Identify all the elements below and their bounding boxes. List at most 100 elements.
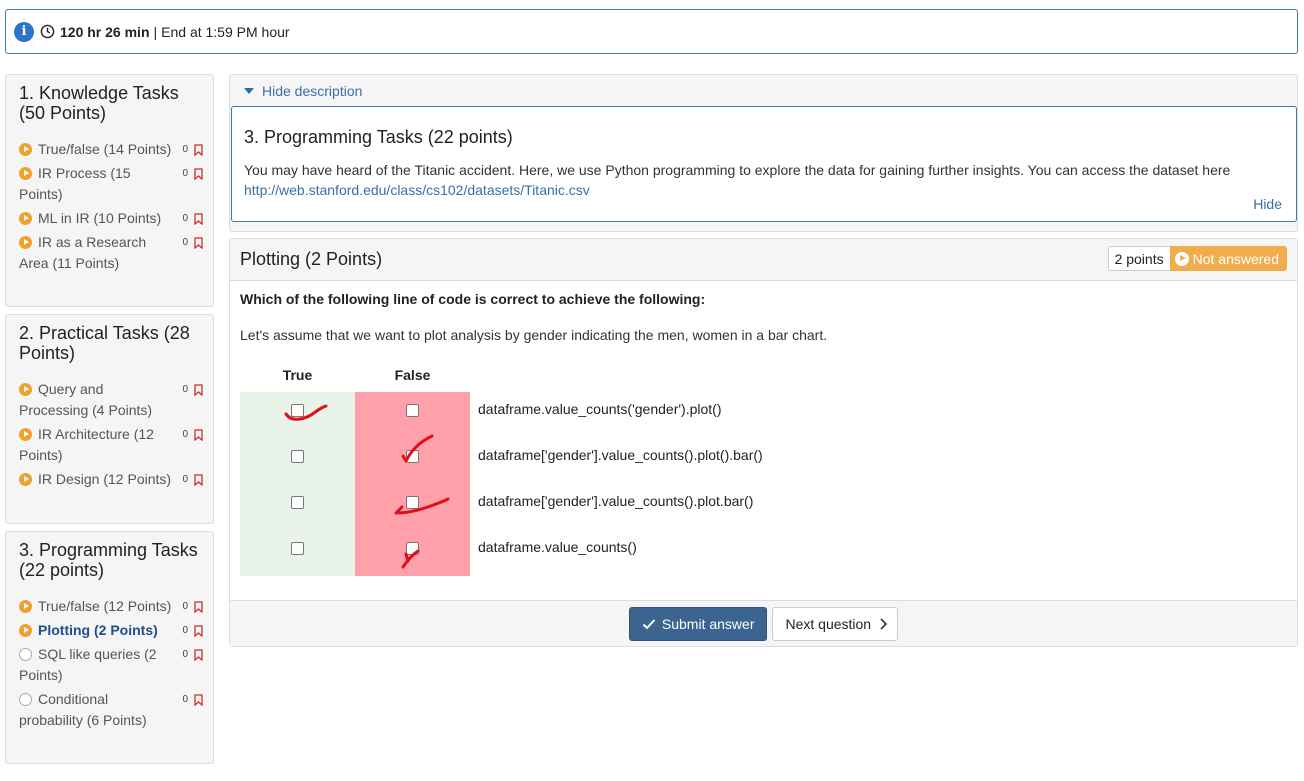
sidebar-item-count: 0 <box>182 144 188 155</box>
empty-circle-icon <box>19 693 32 706</box>
option-code: dataframe.value_counts('gender').plot() <box>478 401 722 417</box>
sidebar-item-label: IR as a Research Area (11 Points) <box>19 234 147 271</box>
timer-end-time: End at 1:59 PM hour <box>161 23 290 40</box>
question-header: Plotting (2 Points) 2 points Not answere… <box>230 239 1297 281</box>
bookmark-icon[interactable] <box>194 143 203 156</box>
sidebar-item[interactable]: IR Architecture (12 Points) 0 <box>19 424 203 466</box>
dataset-link[interactable]: http://web.stanford.edu/class/cs102/data… <box>244 182 590 198</box>
sidebar-section-title[interactable]: 1. Knowledge Tasks (50 Points) <box>19 83 203 123</box>
sidebar-item[interactable]: Conditional probability (6 Points) 0 <box>19 689 203 731</box>
bookmark-icon[interactable] <box>194 428 203 441</box>
sidebar-section-programming: 3. Programming Tasks (22 points) True/fa… <box>5 531 214 764</box>
false-column-header: False <box>394 367 431 383</box>
sidebar-section-title[interactable]: 2. Practical Tasks (28 Points) <box>19 323 203 363</box>
answer-row: dataframe['gender'].value_counts().plot(… <box>240 438 1240 484</box>
hide-description-toggle[interactable]: Hide description <box>244 83 362 99</box>
sidebar-item[interactable]: ML in IR (10 Points) 0 <box>19 208 203 229</box>
true-column-header: True <box>282 367 313 383</box>
timer-bar: i 120 hr 26 min | End at 1:59 PM hour <box>5 9 1298 54</box>
sidebar-item-count: 0 <box>182 601 188 612</box>
question-title: Plotting (2 Points) <box>240 249 383 269</box>
sidebar-item-label: Conditional probability (6 Points) <box>19 691 147 728</box>
play-circle-icon <box>19 600 32 613</box>
status-badge-label: Not answered <box>1192 250 1279 267</box>
sidebar-section-knowledge: 1. Knowledge Tasks (50 Points) True/fals… <box>5 74 214 307</box>
bookmark-icon[interactable] <box>194 473 203 486</box>
true-checkbox[interactable] <box>291 542 304 555</box>
question-footer: Submit answer Next question <box>230 600 1297 646</box>
sidebar-item-label: IR Process (15 Points) <box>19 165 131 202</box>
next-question-label: Next question <box>785 615 872 632</box>
sidebar-item-label: IR Architecture (12 Points) <box>19 426 154 463</box>
play-circle-icon <box>19 473 32 486</box>
sidebar-item-label: SQL like queries (2 Points) <box>19 646 157 683</box>
sidebar-item-active[interactable]: Plotting (2 Points) 0 <box>19 620 203 641</box>
bookmark-icon[interactable] <box>194 383 203 396</box>
sidebar-item[interactable]: IR Process (15 Points) 0 <box>19 163 203 205</box>
sidebar-item-count: 0 <box>182 649 188 660</box>
clock-icon <box>40 24 55 39</box>
answer-row: dataframe.value_counts('gender').plot() <box>240 392 1240 438</box>
answer-row: dataframe['gender'].value_counts().plot.… <box>240 484 1240 530</box>
sidebar-item[interactable]: True/false (14 Points) 0 <box>19 139 203 160</box>
sidebar-item[interactable]: IR as a Research Area (11 Points) 0 <box>19 232 203 274</box>
sidebar-item-count: 0 <box>182 237 188 248</box>
play-circle-icon <box>19 167 32 180</box>
sidebar-item-count: 0 <box>182 625 188 636</box>
bookmark-icon[interactable] <box>194 212 203 225</box>
sidebar-item-label: Query and Processing (4 Points) <box>19 381 153 418</box>
false-checkbox[interactable] <box>406 496 419 509</box>
submit-answer-label: Submit answer <box>661 615 755 632</box>
play-circle-icon <box>19 212 32 225</box>
option-code: dataframe['gender'].value_counts().plot.… <box>478 493 754 509</box>
sidebar-item-count: 0 <box>182 429 188 440</box>
option-code: dataframe.value_counts() <box>478 539 637 555</box>
next-question-button[interactable]: Next question <box>772 606 899 641</box>
true-checkbox[interactable] <box>291 404 304 417</box>
question-text: Let's assume that we want to plot analys… <box>240 327 828 343</box>
true-checkbox[interactable] <box>291 450 304 463</box>
bookmark-icon[interactable] <box>194 167 203 180</box>
hide-description-label: Hide description <box>262 83 363 99</box>
false-checkbox[interactable] <box>406 450 419 463</box>
sidebar-section-practical: 2. Practical Tasks (28 Points) Query and… <box>5 314 214 524</box>
play-circle-icon <box>19 624 32 637</box>
sidebar-item[interactable]: IR Design (12 Points) 0 <box>19 469 203 490</box>
description-title: 3. Programming Tasks (22 points) <box>244 127 513 147</box>
hide-link[interactable]: Hide <box>1253 196 1282 212</box>
sidebar-item-label: IR Design (12 Points) <box>38 471 172 487</box>
sidebar-item-count: 0 <box>182 694 188 705</box>
submit-answer-button[interactable]: Submit answer <box>628 606 768 641</box>
bookmark-icon[interactable] <box>194 236 203 249</box>
sidebar-item[interactable]: True/false (12 Points) 0 <box>19 596 203 617</box>
false-checkbox[interactable] <box>406 542 419 555</box>
chevron-right-icon <box>880 617 888 630</box>
answer-row: dataframe.value_counts() <box>240 530 1240 576</box>
bookmark-icon[interactable] <box>194 693 203 706</box>
false-checkbox[interactable] <box>406 404 419 417</box>
question-badges: 2 points Not answered <box>1107 246 1287 271</box>
sidebar-item-label: True/false (14 Points) <box>38 141 172 157</box>
sidebar-section-title[interactable]: 3. Programming Tasks (22 points) <box>19 540 203 580</box>
sidebar-item[interactable]: SQL like queries (2 Points) 0 <box>19 644 203 686</box>
sidebar-item-label: Plotting (2 Points) <box>38 622 158 638</box>
play-circle-icon <box>1174 251 1189 266</box>
description-text: You may have heard of the Titanic accide… <box>244 160 1284 200</box>
description-card: 3. Programming Tasks (22 points) You may… <box>231 106 1297 222</box>
play-circle-icon <box>19 236 32 249</box>
caret-down-icon <box>244 88 254 94</box>
question-panel: Plotting (2 Points) 2 points Not answere… <box>229 238 1298 647</box>
description-panel: Hide description 3. Programming Tasks (2… <box>229 74 1298 232</box>
timer-duration: 120 hr 26 min <box>60 23 150 40</box>
status-badge: Not answered <box>1169 246 1287 271</box>
play-circle-icon <box>19 428 32 441</box>
bookmark-icon[interactable] <box>194 624 203 637</box>
sidebar-item[interactable]: Query and Processing (4 Points) 0 <box>19 379 203 421</box>
play-circle-icon <box>19 383 32 396</box>
true-checkbox[interactable] <box>291 496 304 509</box>
points-badge: 2 points <box>1107 246 1170 271</box>
bookmark-icon[interactable] <box>194 600 203 613</box>
question-prompt: Which of the following line of code is c… <box>240 291 706 307</box>
info-icon: i <box>14 21 34 42</box>
bookmark-icon[interactable] <box>194 648 203 661</box>
